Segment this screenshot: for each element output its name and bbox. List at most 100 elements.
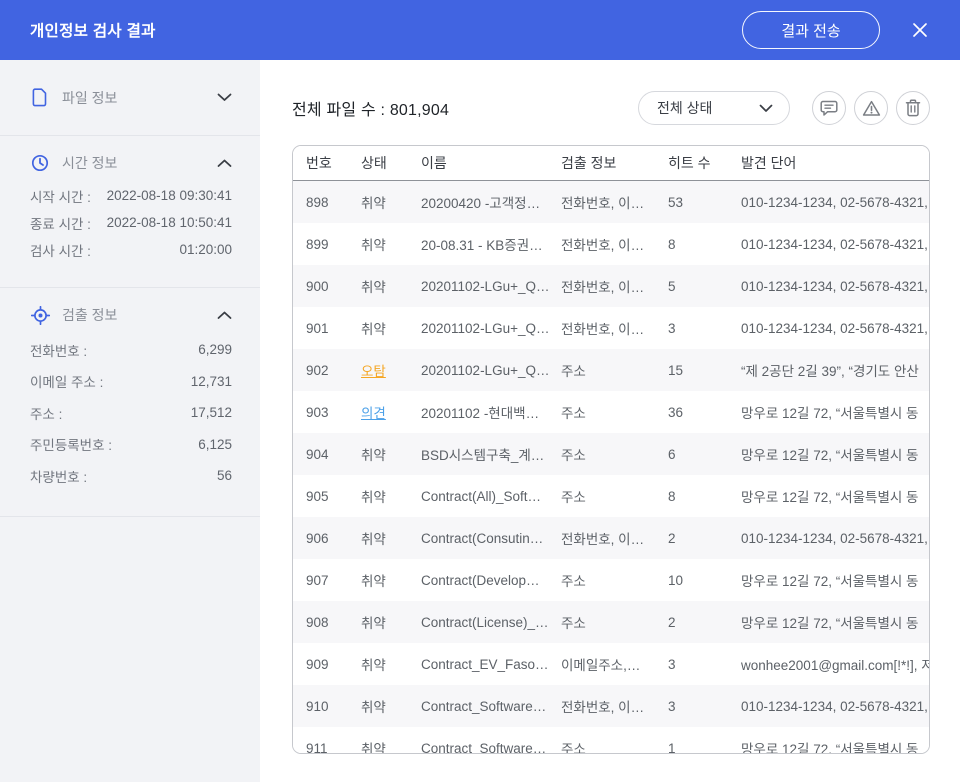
cell-words: 010-1234-1234, 02-5678-4321, (741, 699, 930, 714)
status-badge[interactable]: 오탐 (361, 360, 421, 380)
stat-label: 검사 시간 : (30, 240, 91, 260)
table-row[interactable]: 906취약Contract(Consutin…전화번호, 이…2010-1234… (293, 517, 929, 559)
cell-detected: 주소 (561, 402, 668, 422)
cell-no: 906 (306, 531, 361, 546)
cell-no: 902 (306, 363, 361, 378)
table-row[interactable]: 907취약Contract(Develop…주소10망우로 12길 72, “서… (293, 559, 929, 601)
cell-words: 망우로 12길 72, “서울특별시 동 (741, 612, 930, 632)
stat-label: 전화번호 : (30, 340, 87, 360)
cell-name: Contract_EV_Faso… (421, 657, 561, 672)
sidebar-item-file-info[interactable]: 파일 정보 (30, 60, 232, 135)
main-toolbar: 전체 파일 수 : 801,904 전체 상태 (292, 89, 930, 127)
table-body: 898취약20200420 -고객정…전화번호, 이…53010-1234-12… (293, 181, 929, 754)
cell-name: 20200420 -고객정… (421, 192, 561, 212)
table-row[interactable]: 910취약Contract_Software…전화번호, 이…3010-1234… (293, 685, 929, 727)
status-badge: 취약 (361, 696, 421, 716)
page-title: 개인정보 검사 결과 (30, 19, 156, 41)
table-row[interactable]: 903의견20201102 -현대백…주소36망우로 12길 72, “서울특별… (293, 391, 929, 433)
cell-no: 911 (306, 741, 361, 755)
cell-words: 망우로 12길 72, “서울특별시 동 (741, 486, 930, 506)
send-results-button[interactable]: 결과 전송 (742, 11, 880, 49)
status-badge: 취약 (361, 444, 421, 464)
table-row[interactable]: 901취약20201102-LGu+_Q…전화번호, 이…3010-1234-1… (293, 307, 929, 349)
cell-detected: 주소 (561, 738, 668, 754)
table-row[interactable]: 899취약20-08.31 - KB증권…전화번호, 이…8010-1234-1… (293, 223, 929, 265)
sidebar-item-label: 파일 정보 (62, 88, 217, 108)
table-row[interactable]: 911취약Contract_Software…주소1망우로 12길 72, “서… (293, 727, 929, 754)
sidebar: 파일 정보 시간 정보 (0, 60, 260, 782)
status-filter-value: 전체 상태 (657, 98, 759, 118)
cell-hits: 15 (668, 363, 741, 378)
chevron-down-icon (217, 93, 232, 102)
close-button[interactable] (902, 12, 938, 48)
status-badge: 취약 (361, 654, 421, 674)
column-header: 히트 수 (668, 153, 741, 173)
cell-hits: 1 (668, 741, 741, 755)
privacy-scan-result-window: 개인정보 검사 결과 결과 전송 파일 정보 (0, 0, 960, 782)
target-icon (30, 306, 50, 325)
status-filter-dropdown[interactable]: 전체 상태 (638, 91, 790, 125)
status-badge: 취약 (361, 612, 421, 632)
stat-value: 12,731 (191, 374, 232, 389)
table-row[interactable]: 908취약Contract(License)_…주소2망우로 12길 72, “… (293, 601, 929, 643)
sidebar-section-file-info: 파일 정보 (0, 60, 260, 135)
cell-hits: 6 (668, 447, 741, 462)
sidebar-empty-area (0, 516, 260, 782)
comment-button[interactable] (812, 91, 846, 125)
cell-name: 20-08.31 - KB증권… (421, 234, 561, 254)
cell-detected: 전화번호, 이… (561, 696, 668, 716)
cell-words: 010-1234-1234, 02-5678-4321, (741, 531, 930, 546)
sidebar-stat-row: 시작 시간 :2022-08-18 09:30:41 (30, 182, 232, 209)
cell-no: 901 (306, 321, 361, 336)
sidebar-section-detect-info: 검출 정보 전화번호 :6,299이메일 주소 :12,731주소 :17,51… (0, 287, 260, 516)
status-badge: 취약 (361, 192, 421, 212)
cell-hits: 36 (668, 405, 741, 420)
sidebar-item-time-info[interactable]: 시간 정보 (30, 136, 232, 166)
status-badge[interactable]: 의견 (361, 402, 421, 422)
cell-words: 010-1234-1234, 02-5678-4321, (741, 237, 930, 252)
trash-icon (905, 99, 921, 117)
cell-no: 907 (306, 573, 361, 588)
table-header-row: 번호상태이름검출 정보히트 수발견 단어 (293, 146, 929, 181)
table-row[interactable]: 898취약20200420 -고객정…전화번호, 이…53010-1234-12… (293, 181, 929, 223)
sidebar-item-detect-info[interactable]: 검출 정보 (30, 288, 232, 318)
sidebar-stat-row: 차량번호 :56 (30, 460, 232, 492)
send-results-label: 결과 전송 (781, 20, 840, 41)
cell-words: 망우로 12길 72, “서울특별시 동 (741, 570, 930, 590)
cell-name: Contract(All)_Soft… (421, 489, 561, 504)
cell-no: 909 (306, 657, 361, 672)
stat-label: 이메일 주소 : (30, 371, 103, 391)
cell-detected: 전화번호, 이… (561, 528, 668, 548)
cell-hits: 8 (668, 489, 741, 504)
cell-name: Contract_Software… (421, 699, 561, 714)
cell-hits: 2 (668, 615, 741, 630)
status-badge: 취약 (361, 738, 421, 754)
cell-words: wonhee2001@gmail.com[!*!], 저 (741, 654, 930, 674)
table-row[interactable]: 900취약20201102-LGu+_Q…전화번호, 이…5010-1234-1… (293, 265, 929, 307)
cell-no: 900 (306, 279, 361, 294)
table-row[interactable]: 909취약Contract_EV_Faso…이메일주소,…3wonhee2001… (293, 643, 929, 685)
sidebar-stat-row: 검사 시간 :01:20:00 (30, 236, 232, 263)
status-badge: 취약 (361, 486, 421, 506)
document-icon (30, 88, 50, 107)
cell-words: 010-1234-1234, 02-5678-4321, (741, 195, 930, 210)
cell-hits: 3 (668, 699, 741, 714)
chevron-up-icon (217, 159, 232, 168)
table-row[interactable]: 905취약Contract(All)_Soft…주소8망우로 12길 72, “… (293, 475, 929, 517)
sidebar-item-label: 검출 정보 (62, 305, 217, 325)
cell-no: 910 (306, 699, 361, 714)
stat-value: 6,125 (198, 437, 232, 452)
time-info-list: 시작 시간 :2022-08-18 09:30:41종료 시간 :2022-08… (30, 182, 232, 287)
cell-words: “제 2공단 2길 39”, “경기도 안산 (741, 360, 930, 380)
close-icon (911, 21, 929, 39)
table-row[interactable]: 904취약BSD시스템구축_계…주소6망우로 12길 72, “서울특별시 동 (293, 433, 929, 475)
column-header: 발견 단어 (741, 153, 930, 173)
delete-button[interactable] (896, 91, 930, 125)
cell-hits: 10 (668, 573, 741, 588)
main-content: 전체 파일 수 : 801,904 전체 상태 (260, 60, 960, 782)
cell-detected: 주소 (561, 444, 668, 464)
stat-value: 2022-08-18 10:50:41 (107, 215, 232, 230)
warning-button[interactable] (854, 91, 888, 125)
cell-words: 010-1234-1234, 02-5678-4321, (741, 279, 930, 294)
table-row[interactable]: 902오탐20201102-LGu+_Q…주소15“제 2공단 2길 39”, … (293, 349, 929, 391)
